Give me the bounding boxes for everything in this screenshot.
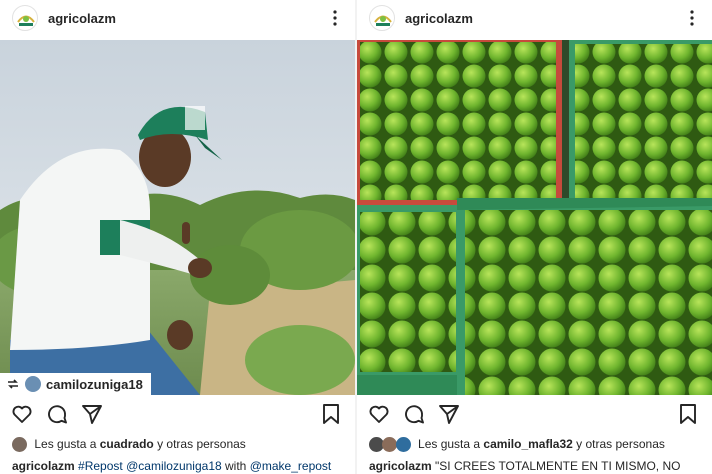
caption: agricolazm #Repost @camilozuniga18 with … xyxy=(12,459,331,473)
profile-avatar[interactable] xyxy=(12,5,38,31)
heart-icon[interactable] xyxy=(10,402,34,426)
caption-mention[interactable]: @camilozuniga18 xyxy=(126,459,222,473)
caption-text: with xyxy=(225,459,247,473)
repost-icon xyxy=(8,379,18,389)
action-bar xyxy=(357,402,712,430)
share-icon[interactable] xyxy=(437,402,461,426)
bookmark-icon[interactable] xyxy=(319,402,343,426)
likes-line: Les gusta a camilo_mafla32 y otras perso… xyxy=(369,437,665,455)
action-bar xyxy=(0,402,355,430)
caption-mention[interactable]: @make_repost xyxy=(250,459,332,473)
likes-suffix[interactable]: y otras personas xyxy=(576,437,665,451)
post-photo[interactable] xyxy=(357,40,712,395)
repost-avatar xyxy=(25,376,41,392)
profile-avatar[interactable] xyxy=(369,5,395,31)
caption-username[interactable]: agricolazm xyxy=(12,459,75,473)
more-options-icon[interactable] xyxy=(682,8,702,28)
likes-line: Les gusta a cuadrado y otras personas xyxy=(12,437,246,455)
post-left: agricolazm camilozuniga18 Les gusta a cu… xyxy=(0,0,355,474)
likes-suffix[interactable]: y otras personas xyxy=(157,437,246,451)
bookmark-icon[interactable] xyxy=(676,402,700,426)
share-icon[interactable] xyxy=(80,402,104,426)
heart-icon[interactable] xyxy=(367,402,391,426)
post-photo[interactable] xyxy=(0,40,355,395)
more-options-icon[interactable] xyxy=(325,8,345,28)
liker-avatar xyxy=(12,437,27,453)
caption-hashtag[interactable]: #Repost xyxy=(78,459,123,473)
likes-user[interactable]: camilo_mafla32 xyxy=(483,437,572,451)
repost-username: camilozuniga18 xyxy=(46,376,143,392)
repost-attribution[interactable]: camilozuniga18 xyxy=(0,373,151,395)
post-header: agricolazm xyxy=(0,0,355,38)
caption-text: "SI CREES TOTALMENTE EN TI MISMO, NO xyxy=(435,459,681,473)
comment-icon[interactable] xyxy=(402,402,426,426)
post-username[interactable]: agricolazm xyxy=(48,11,116,26)
caption: agricolazm "SI CREES TOTALMENTE EN TI MI… xyxy=(369,459,680,473)
likes-prefix: Les gusta a xyxy=(34,437,97,451)
likes-user[interactable]: cuadrado xyxy=(100,437,154,451)
liker-avatar xyxy=(395,437,411,453)
post-right: agricolazm Les gusta a camilo_mafla32 y … xyxy=(357,0,712,474)
comment-icon[interactable] xyxy=(45,402,69,426)
likes-prefix: Les gusta a xyxy=(418,437,481,451)
post-header: agricolazm xyxy=(357,0,712,38)
caption-username[interactable]: agricolazm xyxy=(369,459,432,473)
post-username[interactable]: agricolazm xyxy=(405,11,473,26)
